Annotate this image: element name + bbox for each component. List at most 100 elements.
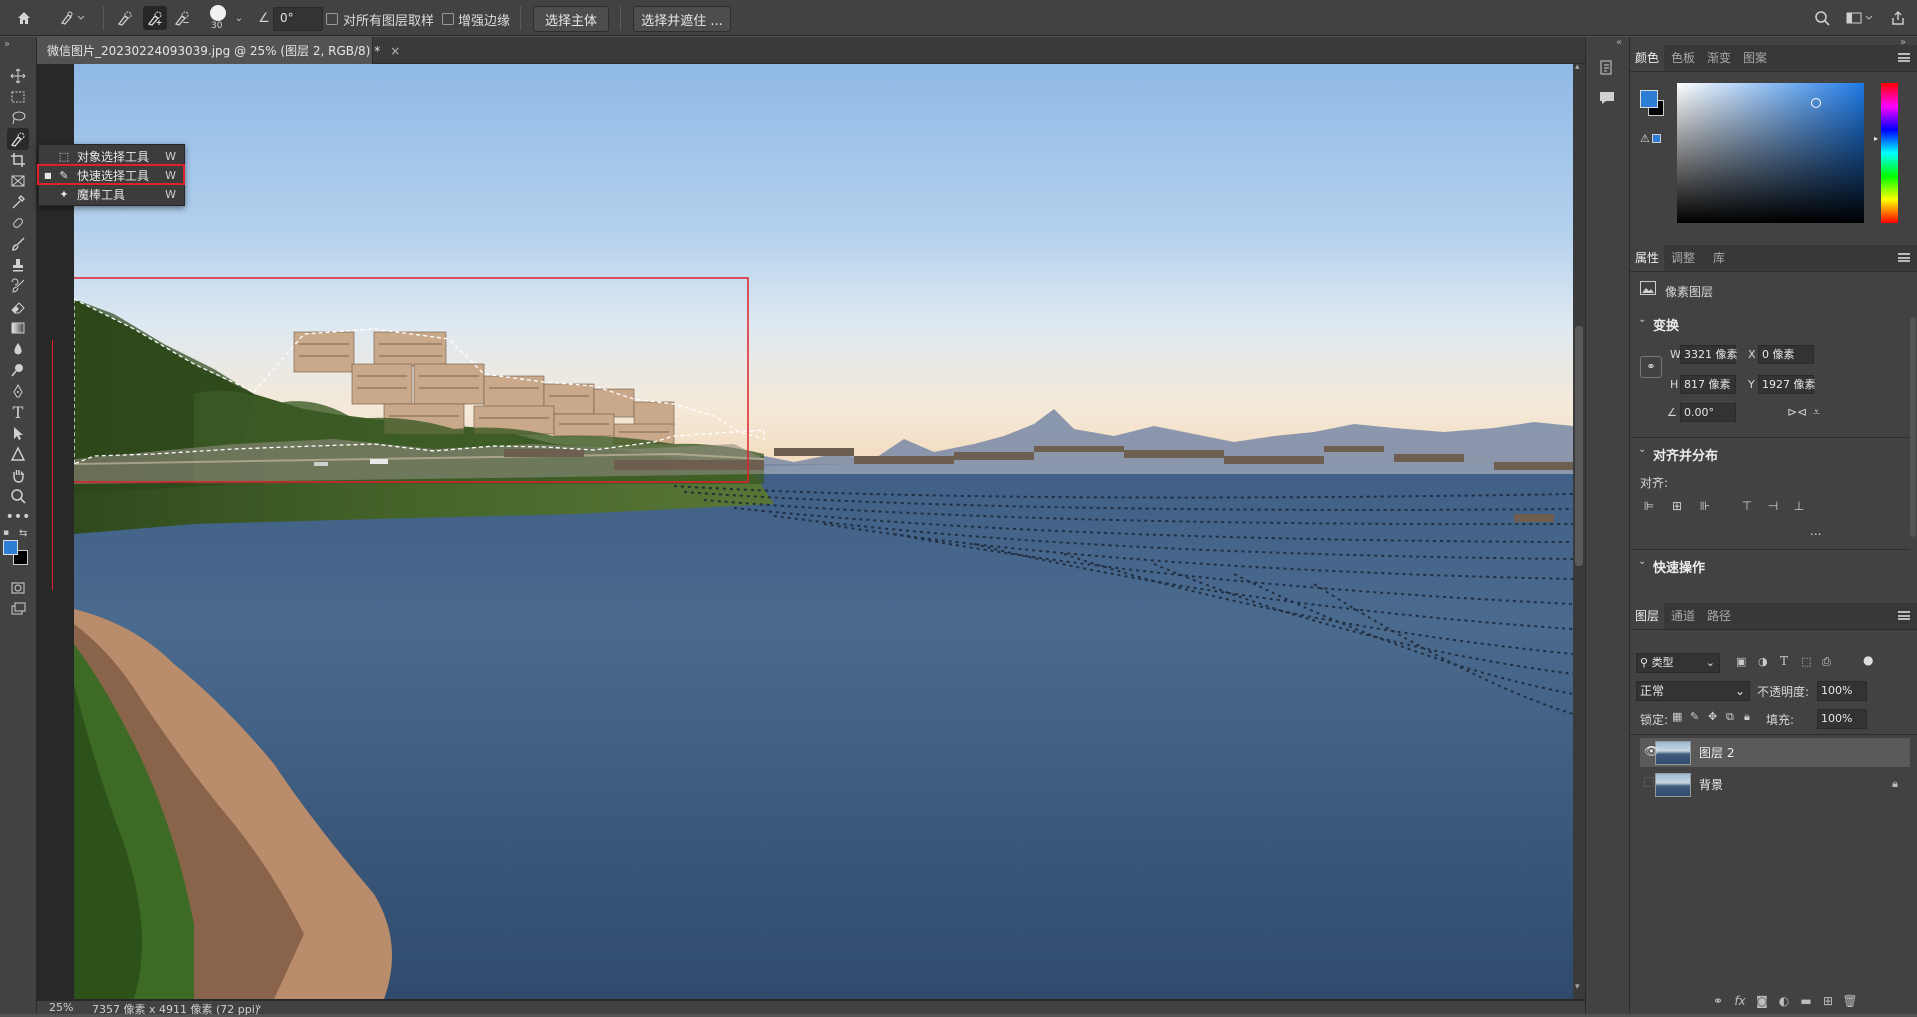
collapse-icon[interactable]: » bbox=[4, 39, 10, 50]
chevron-down-icon[interactable]: ⌄ bbox=[1638, 314, 1646, 325]
lock-transparent-icon[interactable]: ▦ bbox=[1672, 710, 1682, 723]
home-icon[interactable] bbox=[15, 9, 33, 27]
gradient-tool-icon[interactable] bbox=[7, 317, 29, 339]
more-options-icon[interactable]: ... bbox=[1810, 524, 1821, 538]
shape-tool-icon[interactable] bbox=[7, 443, 29, 465]
adjustment-layer-icon[interactable]: ◐ bbox=[1776, 994, 1792, 1008]
fill-input[interactable]: 100% bbox=[1817, 709, 1867, 729]
layer-name[interactable]: 图层 2 bbox=[1699, 744, 1734, 761]
layer-row[interactable]: 👁︎ 图层 2 bbox=[1640, 738, 1910, 767]
foreground-color-swatch[interactable] bbox=[3, 540, 18, 555]
default-colors-icon[interactable]: ▪ bbox=[3, 528, 9, 538]
status-arrow-icon[interactable]: › bbox=[257, 1000, 261, 1013]
scroll-up-icon[interactable]: ▴ bbox=[1575, 62, 1580, 72]
search-icon[interactable] bbox=[1813, 9, 1831, 27]
color-field[interactable] bbox=[1677, 83, 1864, 223]
filter-shape-icon[interactable]: ⬚ bbox=[1801, 655, 1811, 668]
height-input[interactable]: 817 像素 bbox=[1680, 375, 1736, 394]
panel-menu-icon[interactable] bbox=[1898, 253, 1910, 262]
blend-mode-select[interactable]: 正常 ⌄ bbox=[1636, 681, 1750, 701]
zoom-tool-icon[interactable] bbox=[7, 485, 29, 507]
y-input[interactable]: 1927 像素 bbox=[1758, 375, 1816, 394]
lasso-tool-icon[interactable] bbox=[7, 107, 29, 129]
transform-section-title[interactable]: 变换 bbox=[1653, 315, 1679, 334]
lock-artboard-icon[interactable]: ⧉ bbox=[1726, 710, 1734, 724]
width-input[interactable]: 3321 像素 bbox=[1680, 345, 1738, 364]
web-safe-color-icon[interactable] bbox=[1652, 134, 1661, 143]
scroll-down-icon[interactable]: ▾ bbox=[1575, 982, 1580, 992]
eraser-tool-icon[interactable] bbox=[7, 296, 29, 318]
history-panel-icon[interactable] bbox=[1598, 59, 1616, 80]
marquee-tool-icon[interactable] bbox=[7, 86, 29, 108]
screen-mode-icon[interactable] bbox=[7, 598, 29, 620]
tab-color[interactable]: 颜色 bbox=[1630, 45, 1664, 71]
dodge-tool-icon[interactable] bbox=[7, 359, 29, 381]
swap-colors-icon[interactable]: ⇆ bbox=[19, 528, 27, 539]
chevron-down-icon[interactable]: ⌄ bbox=[1638, 444, 1646, 455]
fx-icon[interactable]: fx bbox=[1732, 994, 1748, 1008]
quick-actions-section-title[interactable]: 快速操作 bbox=[1653, 557, 1705, 576]
zoom-level[interactable]: 25% bbox=[49, 1001, 73, 1014]
flip-vertical-icon[interactable]: ⩡ bbox=[1813, 405, 1820, 420]
more-tools-icon[interactable]: ••• bbox=[6, 506, 31, 528]
layer-name[interactable]: 背景 bbox=[1699, 776, 1723, 793]
align-center-vertical-icon[interactable]: ⊣ bbox=[1766, 499, 1780, 513]
eyedropper-tool-icon[interactable] bbox=[7, 191, 29, 213]
comments-panel-icon[interactable] bbox=[1598, 89, 1616, 110]
color-foreground-swatch[interactable] bbox=[1640, 90, 1658, 108]
link-layers-icon[interactable]: ⚭ bbox=[1710, 994, 1726, 1008]
canvas-area[interactable]: ▴ ▾ bbox=[37, 62, 1585, 1007]
healing-brush-tool-icon[interactable] bbox=[7, 212, 29, 234]
workspace-icon[interactable] bbox=[1845, 9, 1875, 27]
move-tool-icon[interactable] bbox=[7, 65, 29, 87]
chevron-down-icon[interactable]: ⌄ bbox=[230, 9, 248, 27]
filter-type-icon[interactable]: T bbox=[1780, 654, 1788, 668]
add-mask-icon[interactable]: ◙ bbox=[1754, 994, 1770, 1008]
hue-slider-handle[interactable]: ▸ bbox=[1874, 134, 1878, 143]
select-and-mask-button[interactable]: 选择并遮住 ... bbox=[633, 6, 731, 32]
path-selection-tool-icon[interactable] bbox=[7, 422, 29, 444]
tab-libraries[interactable]: 库 bbox=[1702, 245, 1736, 271]
brush-size-preview[interactable] bbox=[210, 5, 226, 21]
tool-preset-picker[interactable] bbox=[56, 9, 90, 27]
opacity-input[interactable]: 100% bbox=[1817, 681, 1867, 701]
tab-gradients[interactable]: 渐变 bbox=[1702, 45, 1736, 71]
subtract-from-selection-icon[interactable] bbox=[173, 9, 191, 27]
group-folder-icon[interactable]: ▬ bbox=[1798, 994, 1814, 1008]
brush-tool-icon[interactable] bbox=[7, 233, 29, 255]
layer-row[interactable]: 背景 🔒︎ bbox=[1640, 770, 1910, 799]
pen-tool-icon[interactable] bbox=[7, 380, 29, 402]
close-icon[interactable]: × bbox=[390, 44, 400, 58]
crop-tool-icon[interactable] bbox=[7, 149, 29, 171]
document-tab[interactable]: 微信图片_20230224093039.jpg @ 25% (图层 2, RGB… bbox=[37, 37, 400, 64]
align-section-title[interactable]: 对齐并分布 bbox=[1653, 445, 1718, 464]
tab-properties[interactable]: 属性 bbox=[1630, 245, 1664, 271]
collapse-panels-icon[interactable]: « bbox=[1616, 37, 1622, 48]
frame-tool-icon[interactable] bbox=[7, 170, 29, 192]
layer-filter-select[interactable]: ⚲ 类型 ⌄ bbox=[1636, 653, 1720, 673]
align-center-horizontal-icon[interactable]: ⊞ bbox=[1670, 499, 1684, 513]
align-left-icon[interactable]: ⊫ bbox=[1642, 499, 1656, 513]
new-selection-icon[interactable] bbox=[116, 9, 134, 27]
history-brush-tool-icon[interactable] bbox=[7, 275, 29, 297]
quick-mask-icon[interactable] bbox=[7, 577, 29, 599]
enhance-edge-checkbox[interactable] bbox=[442, 13, 454, 25]
stamp-tool-icon[interactable] bbox=[7, 254, 29, 276]
quick-selection-tool-icon[interactable] bbox=[7, 128, 29, 150]
tab-adjustments[interactable]: 调整 bbox=[1666, 245, 1700, 271]
tab-layers[interactable]: 图层 bbox=[1630, 603, 1664, 629]
color-picker-handle[interactable] bbox=[1811, 98, 1821, 108]
type-tool-icon[interactable]: T bbox=[7, 401, 29, 423]
rotation-input[interactable]: 0.00° bbox=[1680, 403, 1736, 422]
filter-toggle-icon[interactable]: ● bbox=[1863, 653, 1873, 667]
document-canvas[interactable] bbox=[74, 64, 1573, 999]
gamut-warning-icon[interactable]: ⚠ bbox=[1640, 132, 1650, 145]
document-info[interactable]: 7357 像素 x 4911 像素 (72 ppi) bbox=[92, 1001, 259, 1017]
properties-scrollbar[interactable] bbox=[1910, 317, 1916, 537]
panel-menu-icon[interactable] bbox=[1898, 53, 1910, 62]
delete-layer-icon[interactable]: 🗑︎ bbox=[1842, 994, 1858, 1008]
share-icon[interactable] bbox=[1889, 9, 1907, 27]
align-top-icon[interactable]: ⊤ bbox=[1740, 499, 1754, 513]
x-input[interactable]: 0 像素 bbox=[1758, 345, 1814, 364]
new-layer-icon[interactable]: ⊞ bbox=[1820, 994, 1836, 1008]
